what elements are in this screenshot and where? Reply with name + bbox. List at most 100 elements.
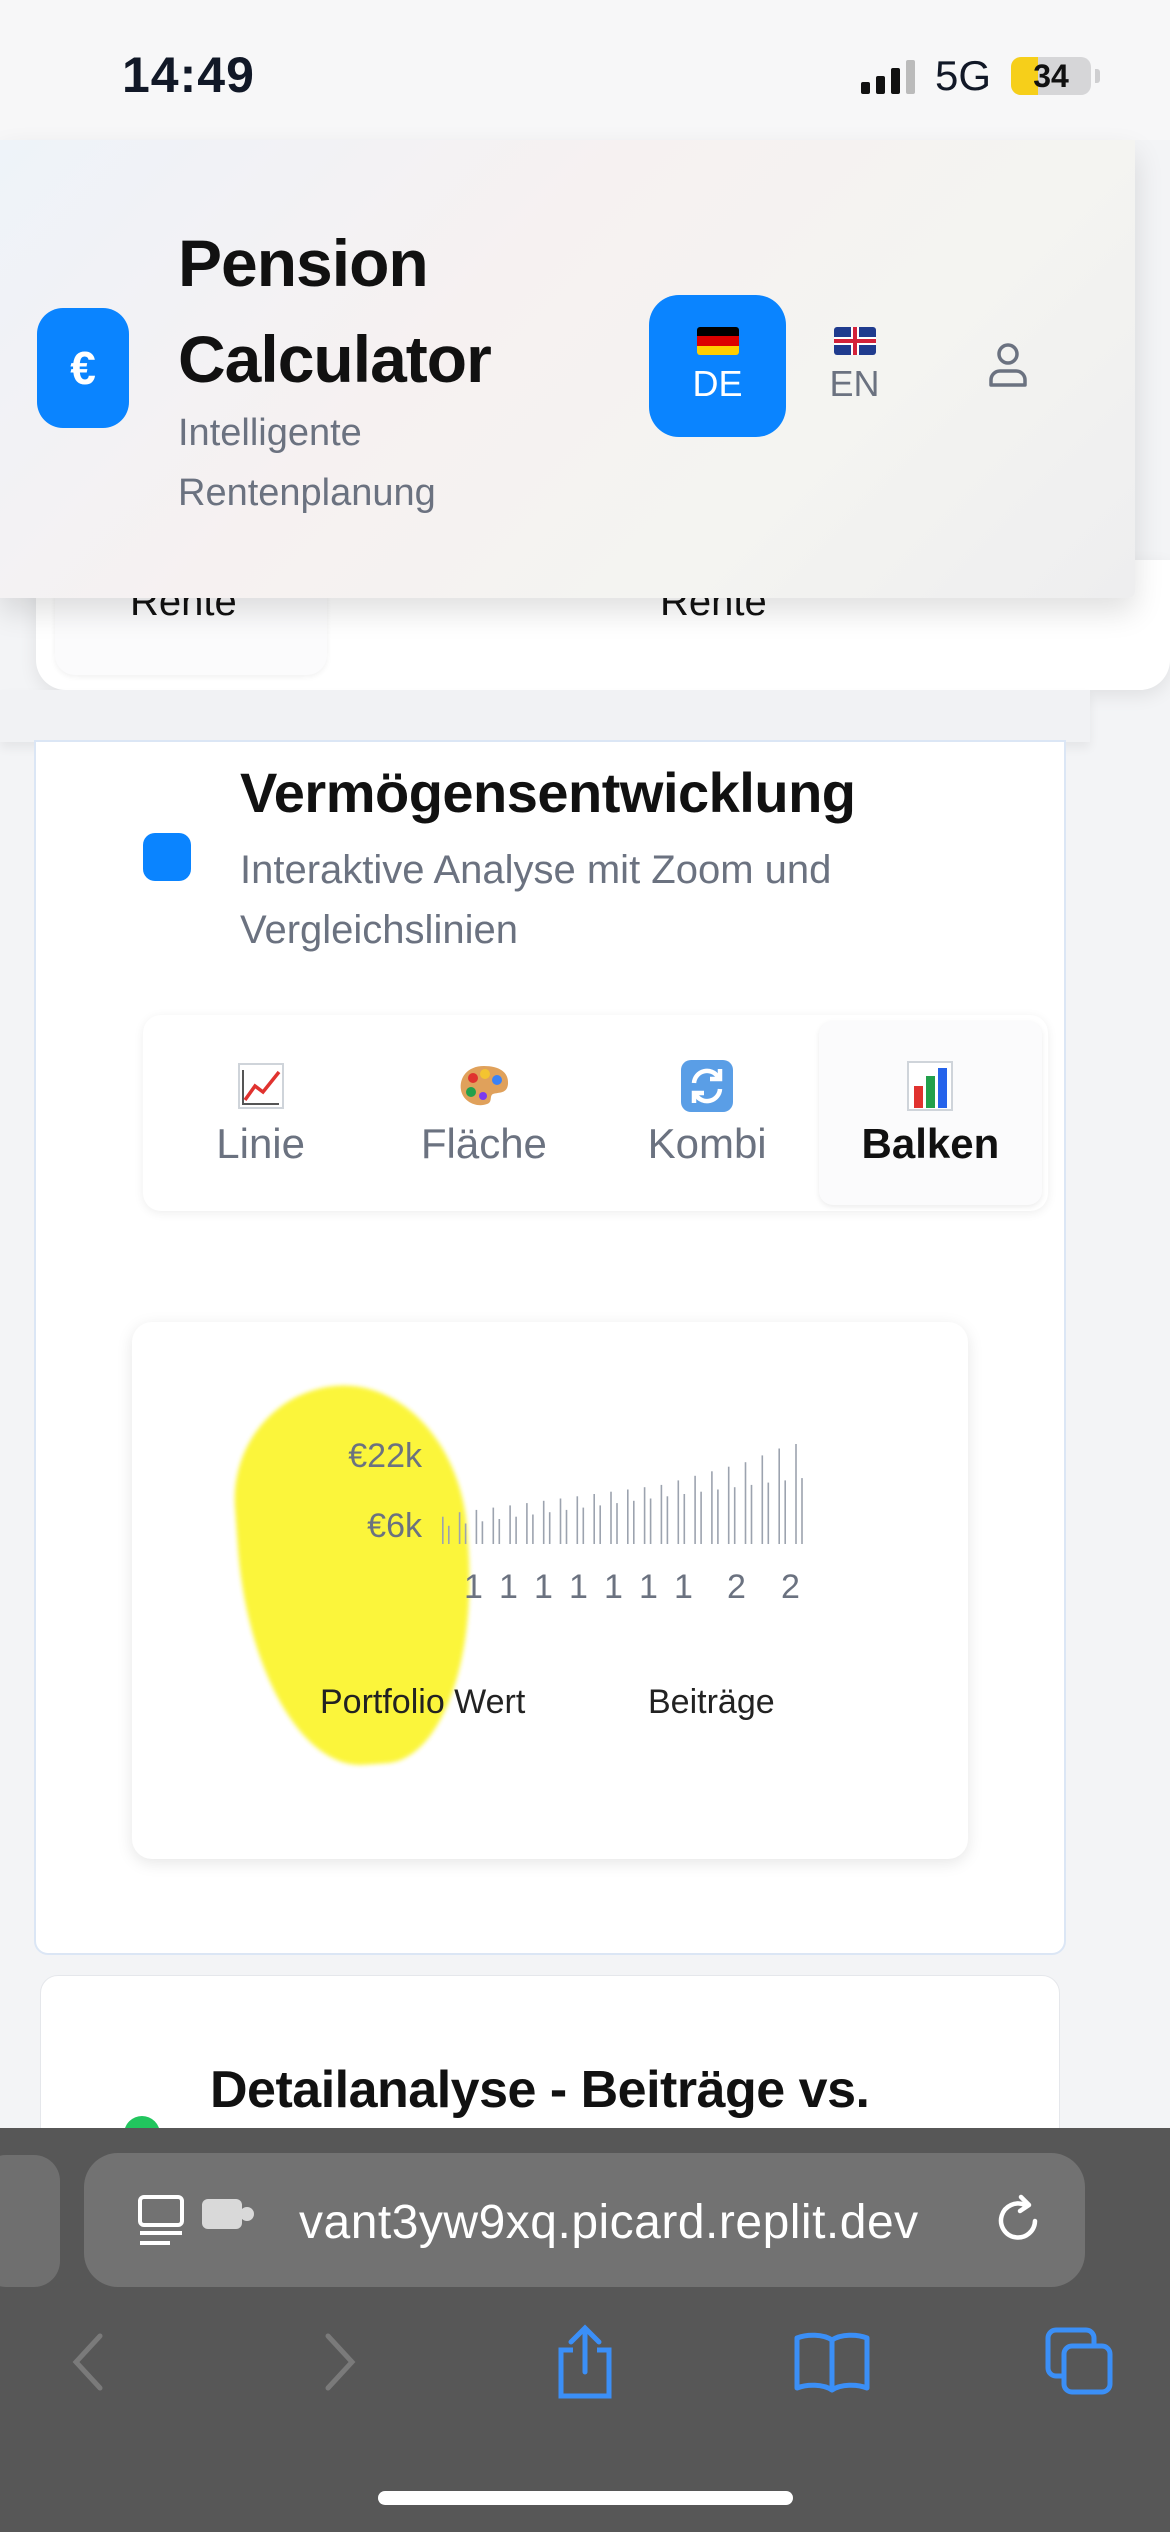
bar-beitraege — [767, 1482, 770, 1544]
uk-flag-icon — [833, 327, 876, 355]
bar-beitraege — [481, 1521, 484, 1544]
language-en-label: EN — [829, 363, 880, 404]
bar-portfolio-wert — [627, 1489, 629, 1544]
x-tick-label: 1 — [604, 1568, 623, 1606]
detail-analysis-title: Detailanalyse - Beiträge vs. — [210, 2061, 870, 2119]
bar-beitraege — [700, 1491, 702, 1544]
reload-icon[interactable] — [993, 2191, 1045, 2252]
bar-portfolio-wert — [643, 1487, 646, 1544]
x-tick-label: 1 — [674, 1568, 693, 1606]
bar-portfolio-wert — [458, 1512, 461, 1544]
bar-portfolio-wert — [711, 1471, 713, 1544]
bar-portfolio-wert — [795, 1444, 797, 1544]
previous-tab-preview[interactable] — [0, 2155, 60, 2287]
bar-portfolio-wert — [526, 1503, 528, 1544]
bar-beitraege — [633, 1500, 635, 1544]
address-bar[interactable]: vant3yw9xq.picard.replit.dev — [84, 2153, 1085, 2287]
bar-beitraege — [532, 1514, 534, 1544]
status-time: 14:49 — [122, 47, 255, 103]
bar-portfolio-wert — [442, 1516, 444, 1544]
language-de-button[interactable]: DE — [649, 295, 786, 437]
bar-portfolio-wert — [559, 1498, 562, 1544]
tabs-overview-icon[interactable] — [1040, 2322, 1120, 2402]
euro-logo-icon: € — [37, 308, 129, 428]
bar-portfolio-wert — [761, 1455, 764, 1544]
bar-portfolio-wert — [694, 1475, 696, 1544]
bar-beitraege — [733, 1487, 736, 1544]
y-tick-label: €22k — [348, 1437, 422, 1475]
network-label: 5G — [934, 52, 991, 99]
bar-beitraege — [548, 1512, 551, 1544]
y-tick-label: €6k — [367, 1507, 422, 1545]
x-tick-label: 1 — [569, 1568, 588, 1606]
bar-portfolio-wert — [778, 1448, 780, 1544]
tab-flaeche[interactable]: Fläche — [372, 1021, 595, 1205]
battery-percent: 34 — [1033, 57, 1069, 94]
reader-icon[interactable] — [136, 2193, 186, 2247]
tab-linie[interactable]: Linie — [149, 1021, 372, 1205]
tab-kombi[interactable]: Kombi — [596, 1021, 819, 1205]
tab-balken[interactable]: Balken — [818, 1021, 1042, 1205]
language-en-button[interactable]: EN — [786, 295, 923, 437]
bar-beitraege — [784, 1480, 786, 1544]
bar-portfolio-wert — [610, 1491, 612, 1544]
share-icon[interactable] — [545, 2322, 625, 2402]
bar-beitraege — [750, 1484, 753, 1544]
bar-beitraege — [448, 1525, 450, 1544]
home-indicator[interactable] — [378, 2491, 793, 2505]
bar-beitraege — [599, 1505, 601, 1544]
bar-portfolio-wert — [744, 1462, 747, 1544]
signal-icon — [860, 58, 915, 94]
bar-portfolio-wert — [576, 1496, 579, 1544]
tab-flaeche-label: Fläche — [420, 1120, 547, 1167]
page-menu-icons[interactable] — [136, 2193, 256, 2247]
artist-palette-icon — [457, 1058, 511, 1114]
section-indicator-dot — [143, 833, 191, 881]
bar-portfolio-wert — [660, 1484, 663, 1544]
bar-beitraege — [683, 1494, 686, 1544]
bar-beitraege — [801, 1478, 803, 1544]
bar-portfolio-wert — [727, 1466, 730, 1544]
status-indicators: 5G 34 — [860, 52, 1100, 100]
language-de-label: DE — [692, 363, 743, 404]
bar-portfolio-wert — [542, 1500, 545, 1544]
bookmarks-icon[interactable] — [792, 2322, 872, 2402]
x-tick-label: 1 — [499, 1568, 518, 1606]
section-title: Vermögensentwicklung — [240, 761, 856, 824]
x-tick-label: 2 — [781, 1568, 800, 1606]
card-divider — [0, 690, 1090, 742]
bar-portfolio-wert — [509, 1505, 511, 1544]
bar-beitraege — [464, 1523, 467, 1544]
chart-increasing-icon — [237, 1058, 285, 1114]
bar-beitraege — [565, 1509, 568, 1544]
forward-icon[interactable] — [300, 2322, 380, 2402]
bar-beitraege — [649, 1498, 652, 1544]
bar-beitraege — [582, 1507, 585, 1544]
x-tick-label: 1 — [639, 1568, 658, 1606]
x-tick-label: 1 — [464, 1568, 483, 1606]
back-icon[interactable] — [48, 2322, 128, 2402]
bar-chart-icon — [906, 1058, 954, 1114]
bar-beitraege — [498, 1519, 501, 1544]
bar-beitraege — [666, 1496, 669, 1544]
bar-beitraege — [515, 1516, 517, 1544]
x-tick-label: 1 — [534, 1568, 553, 1606]
url-text[interactable]: vant3yw9xq.picard.replit.dev — [299, 2195, 919, 2250]
legend-beitraege[interactable]: Beiträge — [648, 1683, 775, 1722]
tab-kombi-label: Kombi — [647, 1120, 767, 1167]
german-flag-icon — [696, 327, 739, 355]
bar-portfolio-wert — [593, 1494, 595, 1544]
bar-beitraege — [717, 1489, 719, 1544]
app-header: € Pension Calculator Intelligente Renten… — [0, 140, 1135, 598]
app-title: Pension Calculator — [178, 226, 492, 396]
repeat-arrows-icon — [680, 1058, 734, 1114]
user-icon[interactable] — [980, 335, 1036, 395]
battery-icon: 34 — [1011, 57, 1091, 95]
legend-portfolio-wert[interactable]: Portfolio Wert — [320, 1683, 525, 1722]
extension-icon[interactable] — [200, 2193, 256, 2233]
x-tick-label: 2 — [727, 1568, 746, 1606]
battery-tip — [1095, 69, 1100, 83]
chart-type-tabs: Linie Fläche Kombi Balken — [143, 1015, 1048, 1211]
tab-linie-label: Linie — [216, 1120, 305, 1167]
app-subtitle: Intelligente Rentenplanung — [178, 412, 436, 514]
